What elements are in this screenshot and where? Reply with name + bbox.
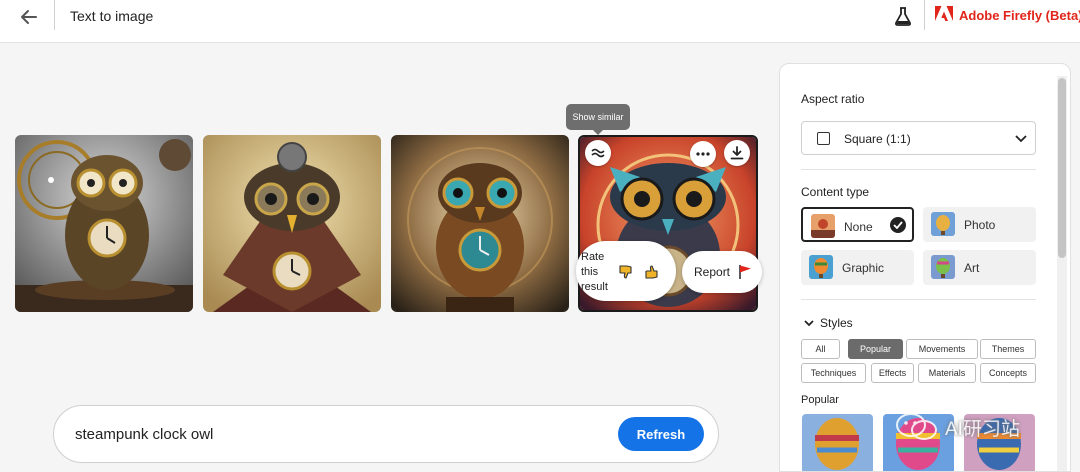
show-similar-tooltip: Show similar xyxy=(566,104,630,135)
styles-toggle[interactable]: Styles xyxy=(804,316,853,330)
download-button[interactable] xyxy=(724,140,750,166)
chip-techniques[interactable]: Techniques xyxy=(801,363,866,383)
rate-label: Rate this result xyxy=(581,251,608,293)
styles-title: Styles xyxy=(820,316,853,330)
result-image-3[interactable] xyxy=(391,135,569,312)
flag-icon xyxy=(739,265,751,279)
refresh-button[interactable]: Refresh xyxy=(618,417,704,451)
content-type-photo-label: Photo xyxy=(964,218,996,232)
divider xyxy=(801,169,1036,170)
content-type-photo[interactable]: Photo xyxy=(923,207,1036,242)
back-button[interactable] xyxy=(14,6,42,28)
page-title: Text to image xyxy=(70,8,154,24)
brand-divider xyxy=(924,0,925,30)
chip-effects[interactable]: Effects xyxy=(871,363,914,383)
popular-title: Popular xyxy=(801,394,839,406)
content-type-title: Content type xyxy=(801,185,870,199)
chip-popular[interactable]: Popular xyxy=(848,339,903,359)
prompt-input[interactable]: steampunk clock owl Refresh xyxy=(53,405,719,463)
header-divider xyxy=(54,0,55,30)
thumbs-down-icon[interactable] xyxy=(618,264,634,280)
back-arrow-icon xyxy=(21,10,37,24)
chip-all[interactable]: All xyxy=(801,339,840,359)
aspect-ratio-dropdown[interactable]: Square (1:1) xyxy=(801,121,1036,155)
show-similar-button[interactable] xyxy=(585,140,611,166)
square-icon xyxy=(817,132,830,145)
photo-thumbnail xyxy=(931,212,955,236)
thumbs-up-icon[interactable] xyxy=(644,264,660,280)
content-type-graphic[interactable]: Graphic xyxy=(801,250,914,285)
aspect-ratio-title: Aspect ratio xyxy=(801,92,865,106)
flask-icon[interactable] xyxy=(894,6,912,26)
more-options-button[interactable] xyxy=(690,141,716,167)
style-thumbnail-1[interactable] xyxy=(802,414,873,471)
chip-materials[interactable]: Materials xyxy=(918,363,976,383)
more-icon xyxy=(696,152,710,156)
report-button[interactable]: Report xyxy=(682,251,762,293)
rate-result-box: Rate this result xyxy=(576,241,676,301)
content-type-none-label: None xyxy=(844,220,873,234)
content-type-none[interactable]: None xyxy=(801,207,914,242)
panel-scrollbar[interactable] xyxy=(1057,76,1067,471)
wechat-icon xyxy=(896,413,937,440)
settings-panel: Aspect ratio Square (1:1) Content type N… xyxy=(779,63,1071,472)
none-thumbnail xyxy=(811,214,835,238)
watermark-text: AI研习站 xyxy=(945,418,1020,440)
graphic-thumbnail xyxy=(809,255,833,279)
watermark: AI研习站 xyxy=(895,412,1020,442)
prompt-text: steampunk clock owl xyxy=(75,426,214,443)
art-thumbnail xyxy=(931,255,955,279)
brand-name[interactable]: Adobe Firefly (Beta) xyxy=(959,8,1080,23)
report-label: Report xyxy=(694,265,731,279)
content-type-art[interactable]: Art xyxy=(923,250,1036,285)
chip-movements[interactable]: Movements xyxy=(906,339,978,359)
result-image-2[interactable] xyxy=(203,135,381,312)
chip-themes[interactable]: Themes xyxy=(980,339,1036,359)
divider xyxy=(801,299,1036,300)
checkmark-icon xyxy=(890,217,906,233)
content-type-art-label: Art xyxy=(964,261,980,275)
show-similar-icon xyxy=(591,148,605,158)
scroll-thumb[interactable] xyxy=(1058,78,1066,258)
chip-concepts[interactable]: Concepts xyxy=(980,363,1036,383)
aspect-ratio-value: Square (1:1) xyxy=(844,132,911,146)
chevron-down-icon xyxy=(804,320,814,327)
content-type-graphic-label: Graphic xyxy=(842,261,885,275)
chevron-down-icon xyxy=(1015,135,1027,143)
top-bar: Text to image Adobe Firefly (Beta) xyxy=(0,0,1080,43)
adobe-logo-icon xyxy=(935,6,953,21)
download-icon xyxy=(730,146,744,160)
result-image-1[interactable] xyxy=(15,135,193,312)
